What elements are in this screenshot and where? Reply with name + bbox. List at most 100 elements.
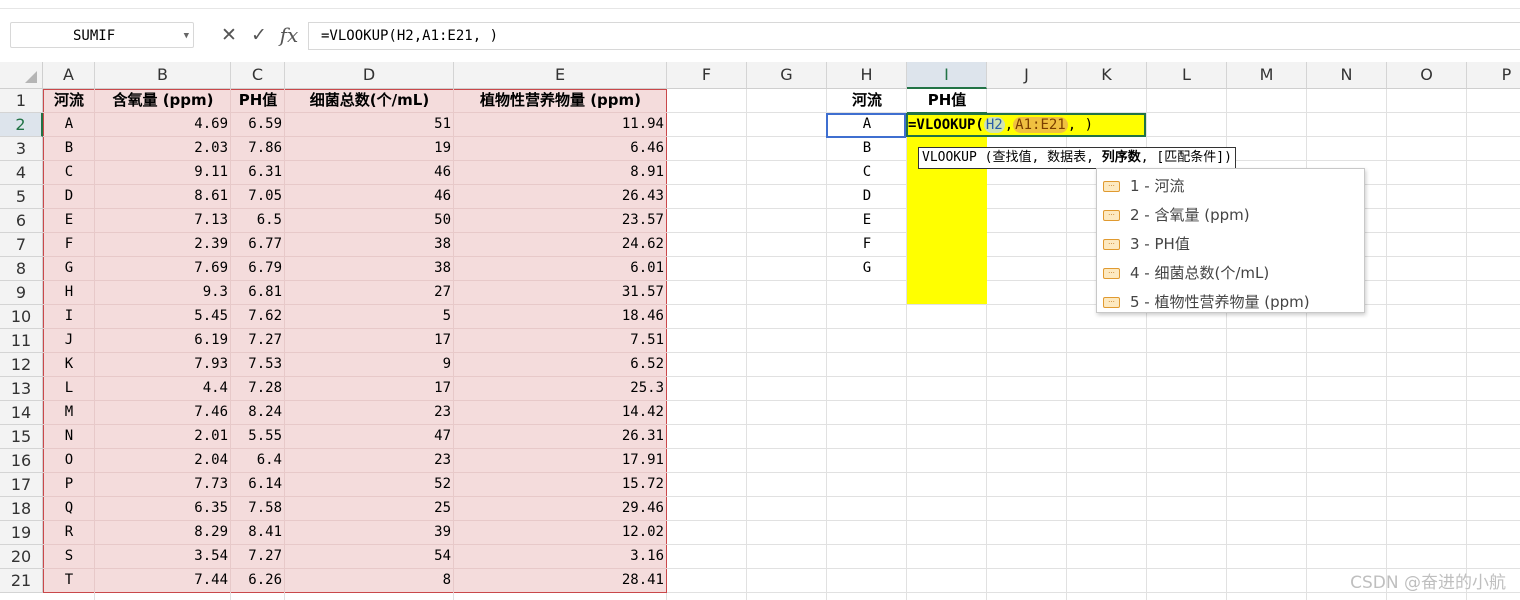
row-header-14[interactable]: 14: [0, 401, 43, 425]
table-cell[interactable]: G: [43, 257, 95, 281]
table-cell[interactable]: O: [43, 449, 95, 473]
table-cell[interactable]: 28.41: [454, 569, 667, 593]
row-header-13[interactable]: 13: [0, 377, 43, 401]
table-cell[interactable]: Q: [43, 497, 95, 521]
row-header-6[interactable]: 6: [0, 209, 43, 233]
table-cell[interactable]: 3.54: [95, 545, 231, 569]
row-header-3[interactable]: 3: [0, 137, 43, 161]
select-all-corner[interactable]: [0, 62, 43, 89]
table-cell[interactable]: 31.57: [454, 281, 667, 305]
table-cell[interactable]: I: [43, 305, 95, 329]
table-cell[interactable]: 29.46: [454, 497, 667, 521]
lookup-key-cell[interactable]: B: [827, 137, 907, 161]
row-header-2[interactable]: 2: [0, 113, 43, 137]
column-header-h[interactable]: H: [827, 62, 907, 89]
table-cell[interactable]: B: [43, 137, 95, 161]
lookup-key-cell[interactable]: E: [827, 209, 907, 233]
table-cell[interactable]: 9.3: [95, 281, 231, 305]
table-cell[interactable]: N: [43, 425, 95, 449]
table-cell[interactable]: 38: [285, 257, 454, 281]
table-cell[interactable]: 7.69: [95, 257, 231, 281]
dropdown-option[interactable]: ··· 5 - 植物性营养物量 (ppm): [1103, 288, 1310, 317]
column-header-i[interactable]: I: [907, 62, 987, 89]
table-cell[interactable]: J: [43, 329, 95, 353]
table-cell[interactable]: 23: [285, 449, 454, 473]
table-cell[interactable]: 3.16: [454, 545, 667, 569]
table-cell[interactable]: 6.5: [231, 209, 285, 233]
table-cell[interactable]: 9.11: [95, 161, 231, 185]
table-cell[interactable]: 52: [285, 473, 454, 497]
table-cell[interactable]: 39: [285, 521, 454, 545]
table-cell[interactable]: 2.04: [95, 449, 231, 473]
table-cell[interactable]: 38: [285, 233, 454, 257]
table-cell[interactable]: 46: [285, 185, 454, 209]
table-cell[interactable]: C: [43, 161, 95, 185]
table-cell[interactable]: 17: [285, 377, 454, 401]
column-header-m[interactable]: M: [1227, 62, 1307, 89]
table-cell[interactable]: 7.13: [95, 209, 231, 233]
table-cell[interactable]: P: [43, 473, 95, 497]
table-cell[interactable]: 25.3: [454, 377, 667, 401]
table-cell[interactable]: 7.62: [231, 305, 285, 329]
table-cell[interactable]: 6.46: [454, 137, 667, 161]
table-cell[interactable]: 4.4: [95, 377, 231, 401]
table-header-cell[interactable]: 河流: [43, 89, 95, 113]
table-cell[interactable]: 7.53: [231, 353, 285, 377]
column-header-b[interactable]: B: [95, 62, 231, 89]
tooltip-function-name[interactable]: VLOOKUP: [922, 150, 977, 165]
row-header-15[interactable]: 15: [0, 425, 43, 449]
table-cell[interactable]: 7.73: [95, 473, 231, 497]
table-cell[interactable]: 8.61: [95, 185, 231, 209]
table-cell[interactable]: L: [43, 377, 95, 401]
lookup-header-river[interactable]: 河流: [827, 89, 907, 113]
table-cell[interactable]: 2.39: [95, 233, 231, 257]
table-cell[interactable]: 8.29: [95, 521, 231, 545]
table-cell[interactable]: 8.24: [231, 401, 285, 425]
column-header-e[interactable]: E: [454, 62, 667, 89]
column-header-f[interactable]: F: [667, 62, 747, 89]
dropdown-option[interactable]: ··· 3 - PH值: [1103, 230, 1190, 259]
table-cell[interactable]: 6.79: [231, 257, 285, 281]
cell-editor[interactable]: =VLOOKUP(H2, A1:E21, ): [906, 113, 1146, 137]
table-cell[interactable]: 6.52: [454, 353, 667, 377]
row-header-20[interactable]: 20: [0, 545, 43, 569]
row-header-8[interactable]: 8: [0, 257, 43, 281]
table-cell[interactable]: 17.91: [454, 449, 667, 473]
table-cell[interactable]: 23: [285, 401, 454, 425]
table-cell[interactable]: 6.31: [231, 161, 285, 185]
table-cell[interactable]: 23.57: [454, 209, 667, 233]
table-cell[interactable]: 24.62: [454, 233, 667, 257]
column-header-c[interactable]: C: [231, 62, 285, 89]
check-icon[interactable]: ✓: [248, 24, 270, 46]
table-cell[interactable]: 6.81: [231, 281, 285, 305]
table-cell[interactable]: 8.41: [231, 521, 285, 545]
table-cell[interactable]: T: [43, 569, 95, 593]
table-cell[interactable]: 6.35: [95, 497, 231, 521]
table-cell[interactable]: 9: [285, 353, 454, 377]
dropdown-option[interactable]: ··· 2 - 含氧量 (ppm): [1103, 201, 1250, 230]
row-header-4[interactable]: 4: [0, 161, 43, 185]
row-header-19[interactable]: 19: [0, 521, 43, 545]
lookup-key-cell[interactable]: D: [827, 185, 907, 209]
column-header-k[interactable]: K: [1067, 62, 1147, 89]
table-cell[interactable]: 7.28: [231, 377, 285, 401]
column-header-n[interactable]: N: [1307, 62, 1387, 89]
table-cell[interactable]: 6.4: [231, 449, 285, 473]
table-header-cell[interactable]: 植物性营养物量 (ppm): [454, 89, 667, 113]
table-cell[interactable]: 50: [285, 209, 454, 233]
table-cell[interactable]: 26.43: [454, 185, 667, 209]
formula-input[interactable]: =VLOOKUP(H2,A1:E21, ): [308, 22, 1520, 50]
table-cell[interactable]: D: [43, 185, 95, 209]
fx-icon[interactable]: fx: [276, 24, 302, 46]
table-cell[interactable]: 7.86: [231, 137, 285, 161]
table-cell[interactable]: 6.14: [231, 473, 285, 497]
column-header-l[interactable]: L: [1147, 62, 1227, 89]
table-cell[interactable]: 6.59: [231, 113, 285, 137]
table-cell[interactable]: M: [43, 401, 95, 425]
table-cell[interactable]: 46: [285, 161, 454, 185]
table-cell[interactable]: 7.93: [95, 353, 231, 377]
table-cell[interactable]: 8.91: [454, 161, 667, 185]
table-cell[interactable]: 26.31: [454, 425, 667, 449]
row-header-5[interactable]: 5: [0, 185, 43, 209]
lookup-key-cell[interactable]: F: [827, 233, 907, 257]
